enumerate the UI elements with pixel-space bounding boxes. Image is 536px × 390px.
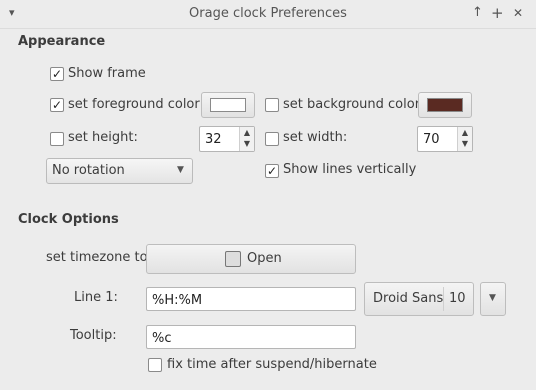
tooltip-label: Tooltip: — [70, 328, 117, 343]
width-value: 70 — [423, 132, 440, 147]
width-label: set width: — [283, 130, 348, 145]
fix-time-label: fix time after suspend/hibernate — [167, 357, 377, 372]
spin-up-icon[interactable]: ▲ — [240, 128, 254, 137]
font-separator — [443, 287, 444, 311]
bg-color-swatch — [427, 98, 463, 112]
height-spinner-arrows: ▲ ▼ — [239, 127, 254, 151]
fix-time-checkbox[interactable] — [148, 358, 162, 372]
timezone-open-button[interactable]: Open — [146, 244, 356, 274]
chevron-down-icon: ▼ — [177, 165, 184, 175]
height-value: 32 — [205, 132, 222, 147]
show-frame-checkbox[interactable]: ✓ — [50, 67, 64, 81]
window-title: Orage clock Preferences — [189, 6, 347, 21]
height-label: set height: — [68, 130, 138, 145]
fg-color-checkbox[interactable]: ✓ — [50, 98, 64, 112]
lines-vertical-label: Show lines vertically — [283, 162, 417, 177]
fg-color-button[interactable] — [201, 92, 255, 118]
lines-vertical-checkbox[interactable]: ✓ — [265, 164, 279, 178]
line1-dropdown-button[interactable]: ▼ — [480, 282, 506, 316]
chevron-down-icon: ▼ — [489, 293, 496, 303]
spin-down-icon[interactable]: ▼ — [240, 139, 254, 148]
clock-options-heading: Clock Options — [18, 212, 119, 227]
keep-above-icon[interactable]: ↑ — [472, 5, 483, 21]
font-size: 10 — [449, 291, 466, 306]
bg-color-button[interactable] — [418, 92, 472, 118]
width-spinner[interactable]: 70 ▲ ▼ — [417, 126, 473, 152]
height-spinner[interactable]: 32 ▲ ▼ — [199, 126, 255, 152]
line1-value: %H:%M — [152, 293, 203, 308]
font-name: Droid Sans — [373, 291, 444, 306]
fg-color-label: set foreground color: — [68, 97, 204, 112]
width-spinner-arrows: ▲ ▼ — [457, 127, 472, 151]
appearance-heading: Appearance — [18, 34, 106, 49]
maximize-icon[interactable]: + — [491, 5, 504, 21]
fg-color-swatch — [210, 98, 246, 112]
rotation-value: No rotation — [52, 163, 125, 178]
spin-down-icon[interactable]: ▼ — [458, 139, 472, 148]
tooltip-value: %c — [152, 331, 172, 346]
line1-label: Line 1: — [74, 290, 118, 305]
line1-input[interactable]: %H:%M — [146, 287, 356, 311]
folder-icon — [225, 251, 241, 267]
tooltip-input[interactable]: %c — [146, 325, 356, 349]
height-checkbox[interactable] — [50, 132, 64, 146]
spin-up-icon[interactable]: ▲ — [458, 128, 472, 137]
rotation-select[interactable]: No rotation ▼ — [46, 158, 193, 184]
timezone-label: set timezone to: — [46, 250, 152, 265]
font-button[interactable]: Droid Sans 10 — [364, 282, 474, 316]
open-button-label: Open — [247, 251, 282, 266]
bg-color-checkbox[interactable] — [265, 98, 279, 112]
title-bar: ▾ Orage clock Preferences ↑ + ✕ — [0, 0, 536, 29]
close-icon[interactable]: ✕ — [513, 5, 523, 21]
show-frame-label: Show frame — [68, 66, 146, 81]
bg-color-label: set background color: — [283, 97, 425, 112]
width-checkbox[interactable] — [265, 132, 279, 146]
